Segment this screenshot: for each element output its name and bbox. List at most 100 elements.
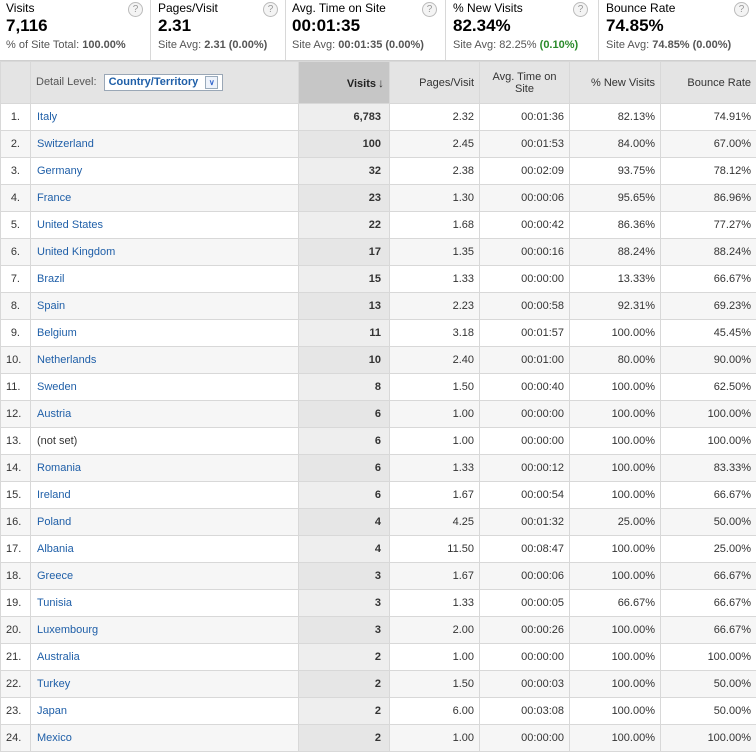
country-link[interactable]: Netherlands xyxy=(37,354,96,366)
metric-sub-value: 74.85% (0.00%) xyxy=(652,39,731,51)
row-avg-time: 00:08:47 xyxy=(480,536,570,563)
help-icon[interactable]: ? xyxy=(422,2,437,17)
country-link[interactable]: Poland xyxy=(37,516,71,528)
column-pages-visit[interactable]: Pages/Visit xyxy=(390,62,480,104)
country-link[interactable]: Tunisia xyxy=(37,597,72,609)
row-new-visits: 92.31% xyxy=(570,293,661,320)
country-link[interactable]: Italy xyxy=(37,111,57,123)
row-pages-visit: 2.23 xyxy=(390,293,480,320)
row-pages-visit: 1.33 xyxy=(390,266,480,293)
country-link[interactable]: United Kingdom xyxy=(37,246,115,258)
country-link[interactable]: Brazil xyxy=(37,273,65,285)
row-bounce-rate: 100.00% xyxy=(661,401,756,428)
row-bounce-rate: 86.96% xyxy=(661,185,756,212)
row-index: 12. xyxy=(1,401,31,428)
row-avg-time: 00:03:08 xyxy=(480,698,570,725)
row-visits: 10 xyxy=(299,347,390,374)
country-link[interactable]: Albania xyxy=(37,543,74,555)
row-index: 4. xyxy=(1,185,31,212)
country-link[interactable]: Sweden xyxy=(37,381,77,393)
table-row: 24.Mexico21.0000:00:00100.00%100.00% xyxy=(1,725,756,752)
row-index: 6. xyxy=(1,239,31,266)
country-link[interactable]: Ireland xyxy=(37,489,71,501)
row-visits: 17 xyxy=(299,239,390,266)
row-country: United Kingdom xyxy=(31,239,299,266)
row-avg-time: 00:00:05 xyxy=(480,590,570,617)
table-row: 13.(not set)61.0000:00:00100.00%100.00% xyxy=(1,428,756,455)
row-bounce-rate: 83.33% xyxy=(661,455,756,482)
country-link[interactable]: Australia xyxy=(37,651,80,663)
row-country: Turkey xyxy=(31,671,299,698)
row-index: 15. xyxy=(1,482,31,509)
row-country: Switzerland xyxy=(31,131,299,158)
country-link[interactable]: Romania xyxy=(37,462,81,474)
row-pages-visit: 2.38 xyxy=(390,158,480,185)
row-visits: 3 xyxy=(299,617,390,644)
row-avg-time: 00:02:09 xyxy=(480,158,570,185)
country-link[interactable]: Switzerland xyxy=(37,138,94,150)
row-country: Netherlands xyxy=(31,347,299,374)
row-country: Mexico xyxy=(31,725,299,752)
country-link[interactable]: Belgium xyxy=(37,327,77,339)
row-country: Belgium xyxy=(31,320,299,347)
metric-bounce-rate: Bounce Rate 74.85% Site Avg: 74.85% (0.0… xyxy=(606,0,754,60)
country-link[interactable]: Germany xyxy=(37,165,82,177)
help-icon[interactable]: ? xyxy=(263,2,278,17)
row-bounce-rate: 100.00% xyxy=(661,428,756,455)
row-bounce-rate: 66.67% xyxy=(661,482,756,509)
row-bounce-rate: 66.67% xyxy=(661,590,756,617)
row-avg-time: 00:00:42 xyxy=(480,212,570,239)
row-new-visits: 100.00% xyxy=(570,617,661,644)
table-row: 2.Switzerland1002.4500:01:5384.00%67.00% xyxy=(1,131,756,158)
row-new-visits: 95.65% xyxy=(570,185,661,212)
country-link[interactable]: France xyxy=(37,192,71,204)
row-avg-time: 00:00:16 xyxy=(480,239,570,266)
column-avg-time[interactable]: Avg. Time on Site xyxy=(480,62,570,104)
country-link[interactable]: Luxembourg xyxy=(37,624,98,636)
row-new-visits: 100.00% xyxy=(570,563,661,590)
help-icon[interactable]: ? xyxy=(128,2,143,17)
country-link[interactable]: Mexico xyxy=(37,732,72,744)
country-link[interactable]: Greece xyxy=(37,570,73,582)
metric-visits: Visits 7,116 % of Site Total: 100.00% ? xyxy=(6,0,146,60)
country-link[interactable]: Turkey xyxy=(37,678,70,690)
row-country: Australia xyxy=(31,644,299,671)
table-row: 5.United States221.6800:00:4286.36%77.27… xyxy=(1,212,756,239)
row-index: 9. xyxy=(1,320,31,347)
row-new-visits: 66.67% xyxy=(570,590,661,617)
row-visits: 6 xyxy=(299,455,390,482)
table-row: 9.Belgium113.1800:01:57100.00%45.45% xyxy=(1,320,756,347)
country-link[interactable]: Japan xyxy=(37,705,67,717)
country-link[interactable]: Austria xyxy=(37,408,71,420)
table-row: 8.Spain132.2300:00:5892.31%69.23% xyxy=(1,293,756,320)
row-index: 23. xyxy=(1,698,31,725)
row-bounce-rate: 50.00% xyxy=(661,509,756,536)
help-icon[interactable]: ? xyxy=(734,2,749,17)
row-visits: 23 xyxy=(299,185,390,212)
column-new-visits[interactable]: % New Visits xyxy=(570,62,661,104)
row-bounce-rate: 50.00% xyxy=(661,698,756,725)
table-row: 22.Turkey21.5000:00:03100.00%50.00% xyxy=(1,671,756,698)
country-link[interactable]: United States xyxy=(37,219,103,231)
column-visits[interactable]: Visits↓ xyxy=(299,62,390,104)
column-bounce-rate[interactable]: Bounce Rate xyxy=(661,62,756,104)
row-avg-time: 00:00:03 xyxy=(480,671,570,698)
row-visits: 3 xyxy=(299,563,390,590)
row-pages-visit: 4.25 xyxy=(390,509,480,536)
row-bounce-rate: 100.00% xyxy=(661,644,756,671)
detail-level-dropdown[interactable]: Country/Territory ∨ xyxy=(104,74,224,91)
table-header: Detail Level: Country/Territory ∨ Visits… xyxy=(1,62,756,104)
row-new-visits: 80.00% xyxy=(570,347,661,374)
row-pages-visit: 1.00 xyxy=(390,401,480,428)
row-bounce-rate: 74.91% xyxy=(661,104,756,131)
country-link[interactable]: Spain xyxy=(37,300,65,312)
row-avg-time: 00:00:06 xyxy=(480,185,570,212)
row-new-visits: 100.00% xyxy=(570,401,661,428)
column-label: Visits xyxy=(347,78,376,90)
table-row: 7.Brazil151.3300:00:0013.33%66.67% xyxy=(1,266,756,293)
help-icon[interactable]: ? xyxy=(573,2,588,17)
row-new-visits: 100.00% xyxy=(570,644,661,671)
row-pages-visit: 1.67 xyxy=(390,563,480,590)
row-pages-visit: 1.67 xyxy=(390,482,480,509)
row-country: France xyxy=(31,185,299,212)
